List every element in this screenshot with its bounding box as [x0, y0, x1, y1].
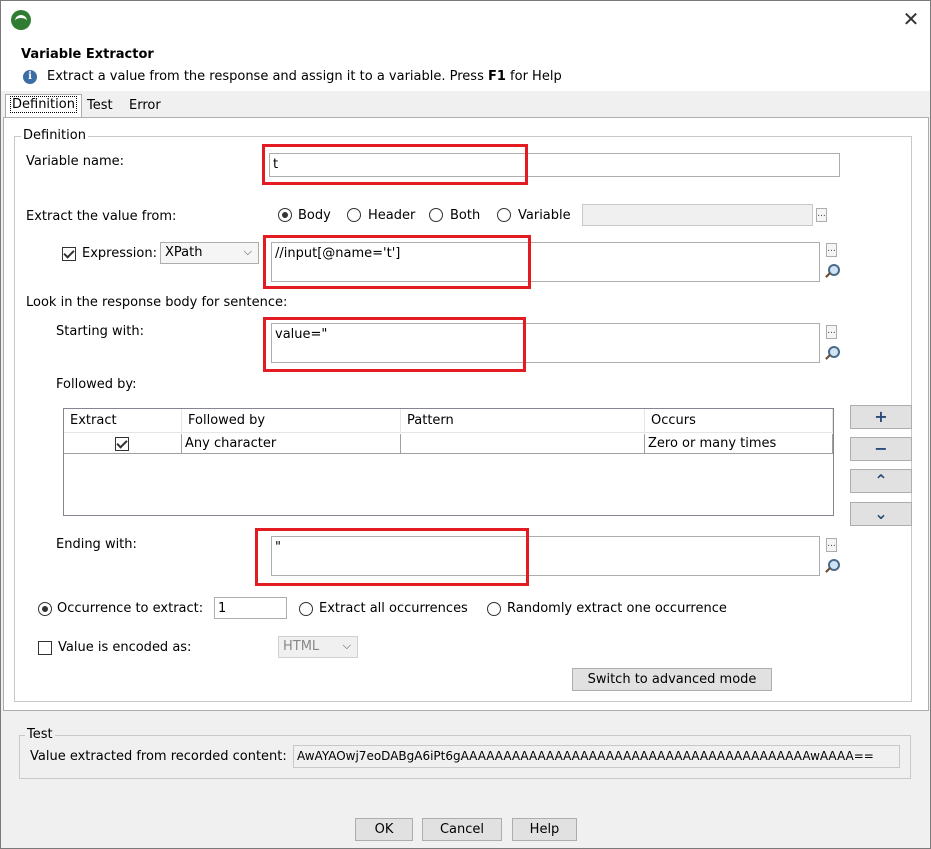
- title-bar: ✕: [1, 1, 930, 39]
- ending-browse-button[interactable]: ...: [826, 538, 837, 552]
- test-value-field[interactable]: AwAYAOwj7eoDABgA6iPt6gAAAAAAAAAAAAAAAAAA…: [293, 745, 900, 768]
- random-label: Randomly extract one occurrence: [507, 601, 727, 616]
- radio-occurrence[interactable]: [38, 602, 52, 616]
- table-cell-followed-by[interactable]: Any character: [182, 434, 401, 454]
- move-down-button[interactable]: ⌄: [850, 502, 912, 526]
- definition-group-label: Definition: [21, 128, 88, 143]
- expression-search-icon[interactable]: [824, 263, 840, 279]
- starting-search-icon[interactable]: [824, 345, 840, 361]
- remove-row-button[interactable]: −: [850, 437, 912, 461]
- radio-header[interactable]: [347, 208, 361, 222]
- expression-checkbox[interactable]: [62, 247, 76, 261]
- expression-label: Expression:: [82, 246, 157, 261]
- occurrence-input[interactable]: 1: [214, 597, 287, 619]
- radio-both-label: Both: [450, 208, 481, 223]
- starting-browse-button[interactable]: ...: [826, 325, 837, 339]
- column-header-pattern[interactable]: Pattern: [401, 409, 645, 433]
- variable-source-input[interactable]: [582, 204, 813, 226]
- ending-with-input[interactable]: ": [271, 536, 820, 576]
- column-header-occurs[interactable]: Occurs: [645, 409, 833, 433]
- dialog-window: ✕ Variable Extractor i Extract a value f…: [0, 0, 931, 849]
- look-in-label: Look in the response body for sentence:: [26, 295, 288, 310]
- variable-name-label: Variable name:: [26, 154, 125, 169]
- chevron-down-icon: ⌵: [243, 245, 252, 258]
- expression-input[interactable]: //input[@name='t']: [271, 242, 820, 282]
- radio-random[interactable]: [487, 602, 501, 616]
- starting-with-label: Starting with:: [56, 324, 144, 339]
- column-header-followed-by[interactable]: Followed by: [182, 409, 401, 433]
- expression-browse-button[interactable]: ...: [826, 243, 837, 257]
- test-value-label: Value extracted from recorded content:: [30, 749, 287, 764]
- row-extract-checkbox[interactable]: [115, 437, 129, 451]
- occurrence-label: Occurrence to extract:: [57, 601, 204, 616]
- ok-button[interactable]: OK: [355, 818, 413, 841]
- variable-browse-button[interactable]: ...: [816, 208, 827, 222]
- tab-bar: Definition Test Error: [1, 93, 930, 117]
- expression-type-select[interactable]: XPath ⌵: [160, 242, 259, 264]
- app-logo-icon: [11, 10, 31, 30]
- radio-extract-all[interactable]: [299, 602, 313, 616]
- definition-pane: Definition Variable name: t Extract the …: [3, 117, 929, 711]
- encoded-checkbox[interactable]: [38, 641, 52, 655]
- table-cell-extract[interactable]: [64, 434, 182, 454]
- radio-header-label: Header: [368, 208, 416, 223]
- extract-all-label: Extract all occurrences: [319, 601, 468, 616]
- chevron-down-icon: ⌵: [342, 639, 351, 652]
- followed-by-table[interactable]: Extract Followed by Pattern Occurs Any c…: [63, 408, 834, 516]
- test-group-label: Test: [25, 727, 55, 742]
- move-up-button[interactable]: ⌃: [850, 469, 912, 493]
- help-button[interactable]: Help: [512, 818, 577, 841]
- add-row-button[interactable]: +: [850, 405, 912, 429]
- followed-by-label: Followed by:: [56, 377, 137, 392]
- ending-search-icon[interactable]: [824, 558, 840, 574]
- variable-name-input[interactable]: t: [269, 153, 840, 177]
- ending-with-label: Ending with:: [56, 537, 137, 552]
- info-icon: i: [23, 70, 37, 84]
- extract-from-label: Extract the value from:: [26, 209, 177, 224]
- radio-variable[interactable]: [497, 208, 511, 222]
- cancel-button[interactable]: Cancel: [422, 818, 502, 841]
- radio-both[interactable]: [429, 208, 443, 222]
- encoding-select[interactable]: HTML ⌵: [278, 636, 358, 658]
- dialog-description: Extract a value from the response and as…: [47, 69, 562, 84]
- radio-body-label: Body: [298, 208, 331, 223]
- tab-test[interactable]: Test: [83, 96, 117, 116]
- encoded-label: Value is encoded as:: [58, 640, 192, 655]
- dialog-header: Variable Extractor i Extract a value fro…: [1, 39, 930, 91]
- starting-with-input[interactable]: value=": [271, 323, 820, 363]
- close-icon[interactable]: ✕: [899, 7, 923, 31]
- tab-error[interactable]: Error: [125, 96, 165, 116]
- tab-definition[interactable]: Definition: [5, 94, 82, 117]
- radio-variable-label: Variable: [518, 208, 571, 223]
- advanced-mode-button[interactable]: Switch to advanced mode: [572, 668, 772, 691]
- table-cell-pattern[interactable]: [401, 434, 645, 454]
- table-cell-occurs[interactable]: Zero or many times: [645, 434, 833, 454]
- column-header-extract[interactable]: Extract: [64, 409, 182, 433]
- radio-body[interactable]: [278, 208, 292, 222]
- dialog-title: Variable Extractor: [21, 47, 154, 62]
